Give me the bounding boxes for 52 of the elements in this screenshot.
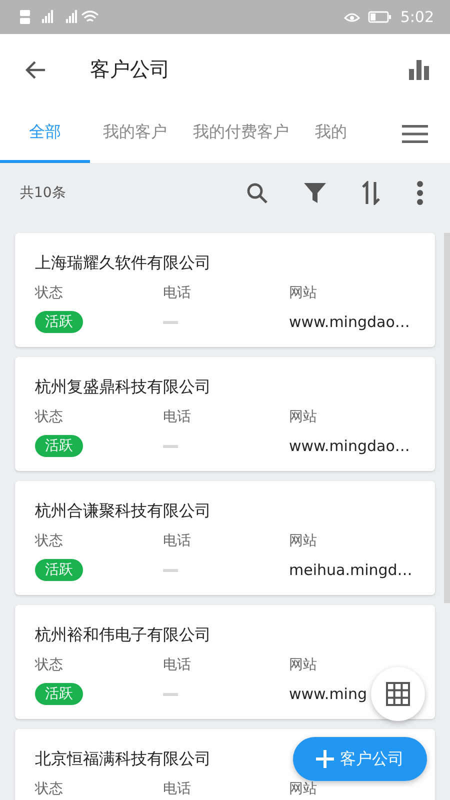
website-value: www.mingdao…	[289, 437, 410, 455]
tab[interactable]: 我的客户	[90, 105, 180, 163]
field-label: 网站	[289, 658, 317, 672]
plus-icon	[316, 750, 334, 768]
tab[interactable]: 我的付费客户	[180, 105, 302, 163]
field-label: 电话	[163, 534, 191, 548]
empty-value-dash	[163, 568, 178, 572]
menu-icon[interactable]	[402, 125, 428, 143]
website-value: www.mingdao…	[289, 313, 410, 331]
field-label: 状态	[35, 286, 63, 300]
empty-value-dash	[163, 444, 178, 448]
clock-time: 5:02	[400, 8, 434, 26]
status-tag: 活跃	[35, 311, 83, 333]
field-label: 电话	[163, 782, 191, 796]
field-label: 电话	[163, 286, 191, 300]
field-label: 状态	[35, 658, 63, 672]
status-tag: 活跃	[35, 559, 83, 581]
field-label: 状态	[35, 410, 63, 424]
company-name: 北京恒福满科技有限公司	[35, 749, 211, 770]
tab[interactable]: 我的	[302, 105, 360, 163]
field-label: 网站	[289, 782, 317, 796]
company-name: 杭州裕和伟电子有限公司	[35, 625, 211, 646]
search-icon[interactable]	[246, 182, 268, 204]
empty-value-dash	[163, 320, 178, 324]
grid-icon	[386, 682, 410, 706]
status-tag: 活跃	[35, 683, 83, 705]
company-card[interactable]: 杭州复盛鼎科技有限公司 状态 电话 网站 活跃 www.mingdao…	[15, 357, 435, 471]
more-icon[interactable]	[416, 180, 424, 204]
website-value: meihua.mingd…	[289, 561, 412, 579]
company-name: 杭州复盛鼎科技有限公司	[35, 377, 211, 398]
empty-value-dash	[163, 692, 178, 696]
record-count: 共10条	[20, 184, 66, 202]
field-label: 电话	[163, 410, 191, 424]
sort-icon[interactable]	[362, 180, 380, 204]
bar-chart-icon[interactable]	[408, 58, 430, 80]
company-name: 上海瑞耀久软件有限公司	[35, 253, 211, 274]
filter-icon[interactable]	[304, 182, 326, 204]
field-label: 电话	[163, 658, 191, 672]
field-label: 网站	[289, 410, 317, 424]
company-card[interactable]: 杭州裕和伟电子有限公司 状态 电话 网站 活跃 www.ming	[15, 605, 435, 719]
company-card[interactable]: 上海瑞耀久软件有限公司 状态 电话 网站 活跃 www.mingdao…	[15, 233, 435, 347]
field-label: 状态	[35, 782, 63, 796]
eye-icon	[344, 11, 360, 23]
website-value: www.ming	[289, 685, 368, 703]
field-label: 网站	[289, 534, 317, 548]
status-tag: 活跃	[35, 435, 83, 457]
company-name: 杭州合谦聚科技有限公司	[35, 501, 211, 522]
field-label: 网站	[289, 286, 317, 300]
battery-icon	[368, 11, 392, 23]
company-card[interactable]: 杭州合谦聚科技有限公司 状态 电话 网站 活跃 meihua.mingd…	[15, 481, 435, 595]
field-label: 状态	[35, 534, 63, 548]
page-title: 客户公司	[90, 56, 170, 83]
